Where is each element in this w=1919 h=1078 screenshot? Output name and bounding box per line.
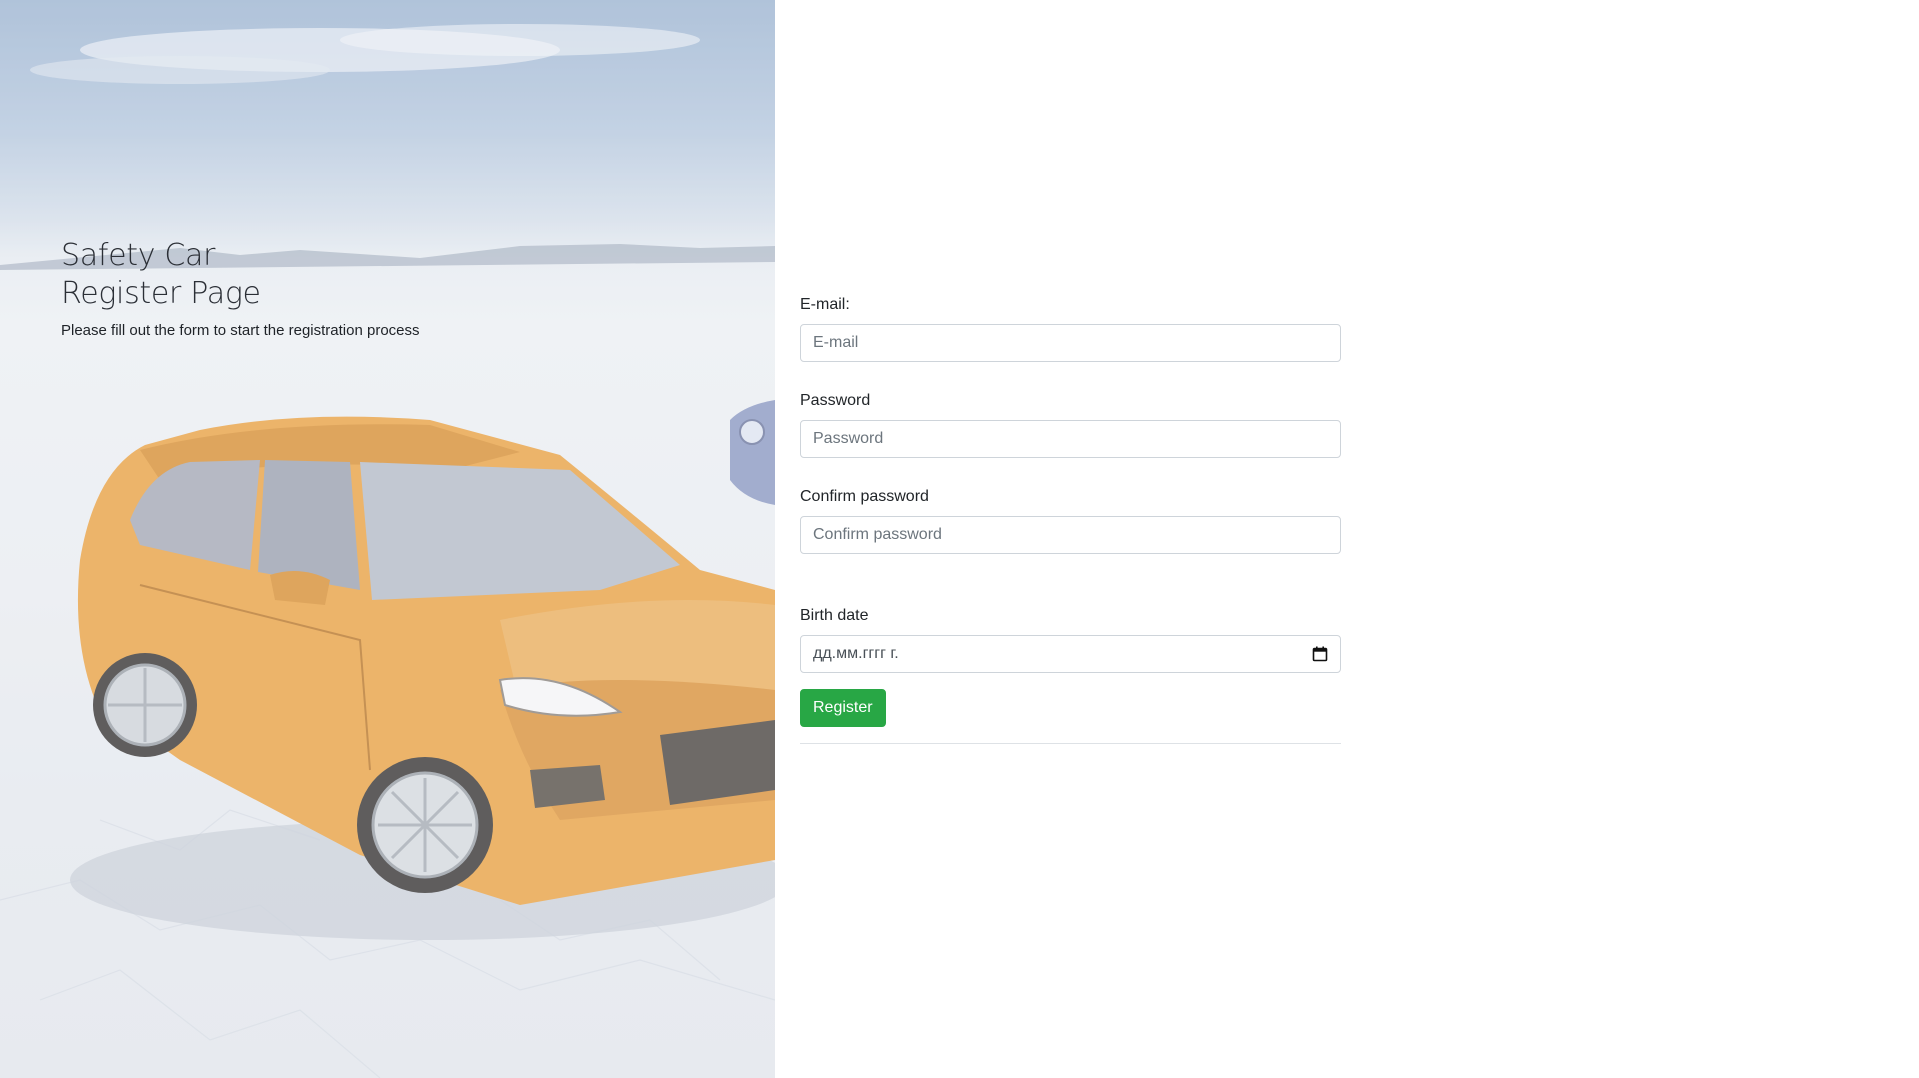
hero-text: Safety Car Register Page Please fill out…	[61, 237, 420, 341]
hero-title-line2: Register Page	[61, 276, 261, 311]
email-placeholder: E-mail	[813, 334, 859, 351]
hero-subtitle: Please fill out the form to start the re…	[61, 322, 420, 339]
form-divider	[800, 743, 1341, 744]
email-group: E-mail: E-mail	[800, 295, 1341, 362]
password-label: Password	[800, 392, 871, 409]
password-field[interactable]: Password	[800, 420, 1341, 458]
hero-veil	[0, 0, 775, 1078]
hero-title: Safety Car Register Page	[61, 237, 420, 313]
birth-date-label: Birth date	[800, 607, 869, 624]
calendar-icon[interactable]	[1312, 646, 1328, 662]
password-placeholder: Password	[813, 430, 884, 447]
confirm-password-field[interactable]: Confirm password	[800, 516, 1341, 554]
confirm-password-placeholder: Confirm password	[813, 526, 942, 543]
confirm-password-label: Confirm password	[800, 488, 929, 505]
hero-panel: Safety Car Register Page Please fill out…	[0, 0, 775, 1078]
birth-date-field[interactable]: дд.мм.гггг г.	[800, 635, 1341, 673]
birth-date-placeholder: дд.мм.гггг г.	[813, 645, 899, 662]
register-page: Safety Car Register Page Please fill out…	[0, 0, 1919, 1078]
confirm-password-group: Confirm password Confirm password	[800, 487, 1341, 554]
birth-date-group: Birth date дд.мм.гггг г.	[800, 606, 1341, 673]
email-label: E-mail:	[800, 296, 850, 313]
password-group: Password Password	[800, 391, 1341, 458]
hero-title-line1: Safety Car	[61, 238, 216, 273]
email-field[interactable]: E-mail	[800, 324, 1341, 362]
register-form: E-mail: E-mail Password Password Confirm…	[800, 295, 1341, 744]
register-button[interactable]: Register	[800, 689, 886, 727]
